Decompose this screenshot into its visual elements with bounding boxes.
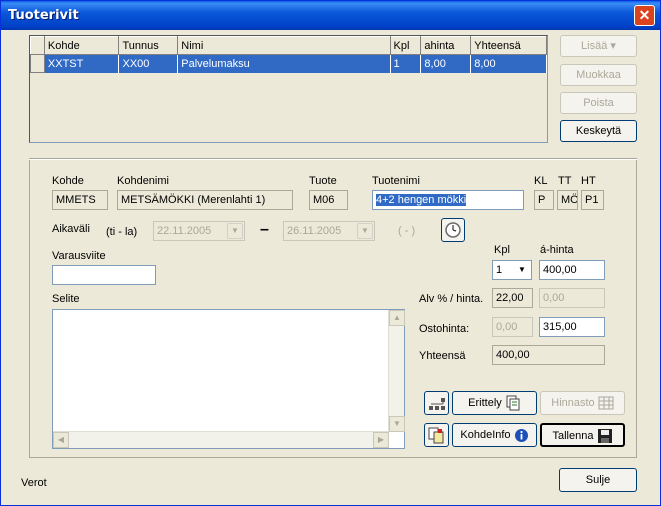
title-bar: Tuoterivit ✕ [1, 1, 660, 30]
erittely-label: Erittely [468, 397, 502, 409]
chevron-down-icon: ▼ [514, 262, 530, 278]
date-to-combo[interactable]: 26.11.2005 ▼ [283, 221, 375, 241]
varausviite-input[interactable] [52, 265, 156, 285]
kl-label: KL [534, 175, 548, 187]
kohdenimi-label: Kohdenimi [117, 175, 169, 187]
kl-field: P [534, 190, 554, 210]
alv-field: 22,00 [492, 288, 533, 308]
save-icon [597, 429, 612, 444]
kohde-label: Kohde [52, 175, 84, 187]
chevron-down-icon: ▼ [227, 223, 243, 239]
tuotenimi-selection: 4+2 hengen mökki [376, 194, 467, 206]
yhteensa-field: 400,00 [492, 345, 605, 365]
col-kpl[interactable]: Kpl [389, 36, 422, 55]
row-selector-header [30, 36, 45, 55]
close-button[interactable]: ✕ [634, 5, 655, 26]
scroll-right-icon[interactable]: ▶ [373, 432, 389, 448]
date-separator: – [260, 221, 269, 238]
verot-label: Verot [21, 477, 47, 489]
kpl-value: 1 [496, 264, 503, 276]
scroll-up-icon[interactable]: ▲ [389, 310, 405, 326]
date-extra: ( - ) [398, 225, 416, 237]
table-row[interactable]: XXTST XX00 Palvelumaksu 1 8,00 8,00 [30, 54, 547, 73]
clock-button[interactable] [441, 218, 465, 242]
hinnasto-button[interactable]: Hinnasto [540, 391, 625, 415]
structure-icon [429, 398, 445, 410]
ht-field: P1 [581, 190, 604, 210]
close-icon: ✕ [638, 7, 651, 23]
tuote-field: M06 [309, 190, 348, 210]
cell-kpl[interactable]: 1 [390, 54, 422, 73]
vertical-scrollbar[interactable]: ▲ ▼ [388, 310, 405, 432]
kohde-field: MMETS [52, 190, 108, 210]
chevron-down-icon: ▼ [357, 223, 373, 239]
cell-nimi[interactable]: Palvelumaksu [177, 54, 391, 73]
kohdenimi-field: METSÄMÖKKI (Merenlahti 1) [117, 190, 293, 210]
alv-hinta-field: 0,00 [539, 288, 605, 308]
ostohinta-label: Ostohinta: [419, 323, 470, 335]
grid-header: Kohde Tunnus Nimi Kpl ahinta Yhteensä [30, 36, 547, 55]
scroll-left-icon[interactable]: ◀ [53, 432, 69, 448]
sulje-button[interactable]: Sulje [559, 468, 637, 492]
table-icon [598, 396, 614, 410]
copy-button[interactable] [424, 423, 449, 447]
muokkaa-button[interactable]: Muokkaa [560, 64, 637, 86]
rows-grid[interactable]: Kohde Tunnus Nimi Kpl ahinta Yhteensä XX… [29, 35, 548, 143]
scroll-down-icon[interactable]: ▼ [389, 416, 405, 432]
ht-label: HT [581, 175, 596, 187]
cell-yhteensa[interactable]: 8,00 [470, 54, 547, 73]
lisaa-label: Lisää [581, 40, 608, 52]
ostohinta-left-field: 0,00 [492, 317, 533, 337]
ahinta-label: á-hinta [540, 244, 574, 256]
erittely-button[interactable]: Erittely [452, 391, 537, 415]
kpl-combo[interactable]: 1 ▼ [492, 260, 532, 280]
tuote-label: Tuote [309, 175, 337, 187]
kpl-label: Kpl [494, 244, 510, 256]
horizontal-scrollbar[interactable]: ◀ ▶ [53, 431, 389, 448]
aikavali-days: (ti - la) [106, 226, 138, 238]
tt-label: TT [558, 175, 572, 187]
group-top-line [29, 158, 637, 160]
col-yhteensa[interactable]: Yhteensä [470, 36, 547, 55]
tallenna-label: Tallenna [552, 430, 594, 442]
col-ahinta[interactable]: ahinta [420, 36, 472, 55]
tuotenimi-input[interactable]: 4+2 hengen mökki [372, 190, 524, 210]
selite-label: Selite [52, 293, 80, 305]
info-icon [514, 428, 528, 442]
row-selector[interactable] [30, 54, 45, 73]
keskeyta-button[interactable]: Keskeytä [560, 120, 637, 142]
ahinta-input[interactable]: 400,00 [539, 260, 605, 280]
lisaa-button[interactable]: Lisää ▾ [560, 35, 637, 57]
tallenna-button[interactable]: Tallenna [540, 423, 625, 447]
date-from-combo[interactable]: 22.11.2005 ▼ [153, 221, 245, 241]
varausviite-label: Varausviite [52, 250, 106, 262]
window-title: Tuoterivit [8, 8, 79, 23]
selite-textarea[interactable]: ▲ ▼ ◀ ▶ [52, 309, 405, 449]
window: Tuoterivit ✕ Kohde Tunnus Nimi Kpl ahint… [0, 0, 661, 506]
alv-label: Alv % / hinta. [419, 293, 484, 305]
copy-icon [428, 427, 444, 444]
poista-button[interactable]: Poista [560, 92, 637, 114]
clock-icon [445, 222, 461, 238]
dropdown-arrow-icon: ▾ [610, 40, 616, 52]
col-kohde[interactable]: Kohde [43, 36, 120, 55]
structure-button[interactable] [424, 391, 449, 415]
hinnasto-label: Hinnasto [551, 397, 595, 409]
ostohinta-input[interactable]: 315,00 [539, 317, 605, 337]
cell-ahinta[interactable]: 8,00 [420, 54, 472, 73]
tt-field: MÖ [557, 190, 578, 210]
yhteensa-label: Yhteensä [419, 350, 466, 362]
tuotenimi-label: Tuotenimi [372, 175, 420, 187]
cell-tunnus[interactable]: XX00 [118, 54, 179, 73]
document-stack-icon [506, 395, 520, 411]
aikavali-label: Aikaväli [52, 223, 90, 235]
kohdeinfo-label: KohdeInfo [460, 429, 511, 441]
cell-kohde[interactable]: XXTST [44, 54, 120, 73]
col-nimi[interactable]: Nimi [177, 36, 391, 55]
date-from-value: 22.11.2005 [157, 225, 212, 237]
kohdeinfo-button[interactable]: KohdeInfo [452, 423, 537, 447]
date-to-value: 26.11.2005 [287, 225, 342, 237]
col-tunnus[interactable]: Tunnus [118, 36, 179, 55]
